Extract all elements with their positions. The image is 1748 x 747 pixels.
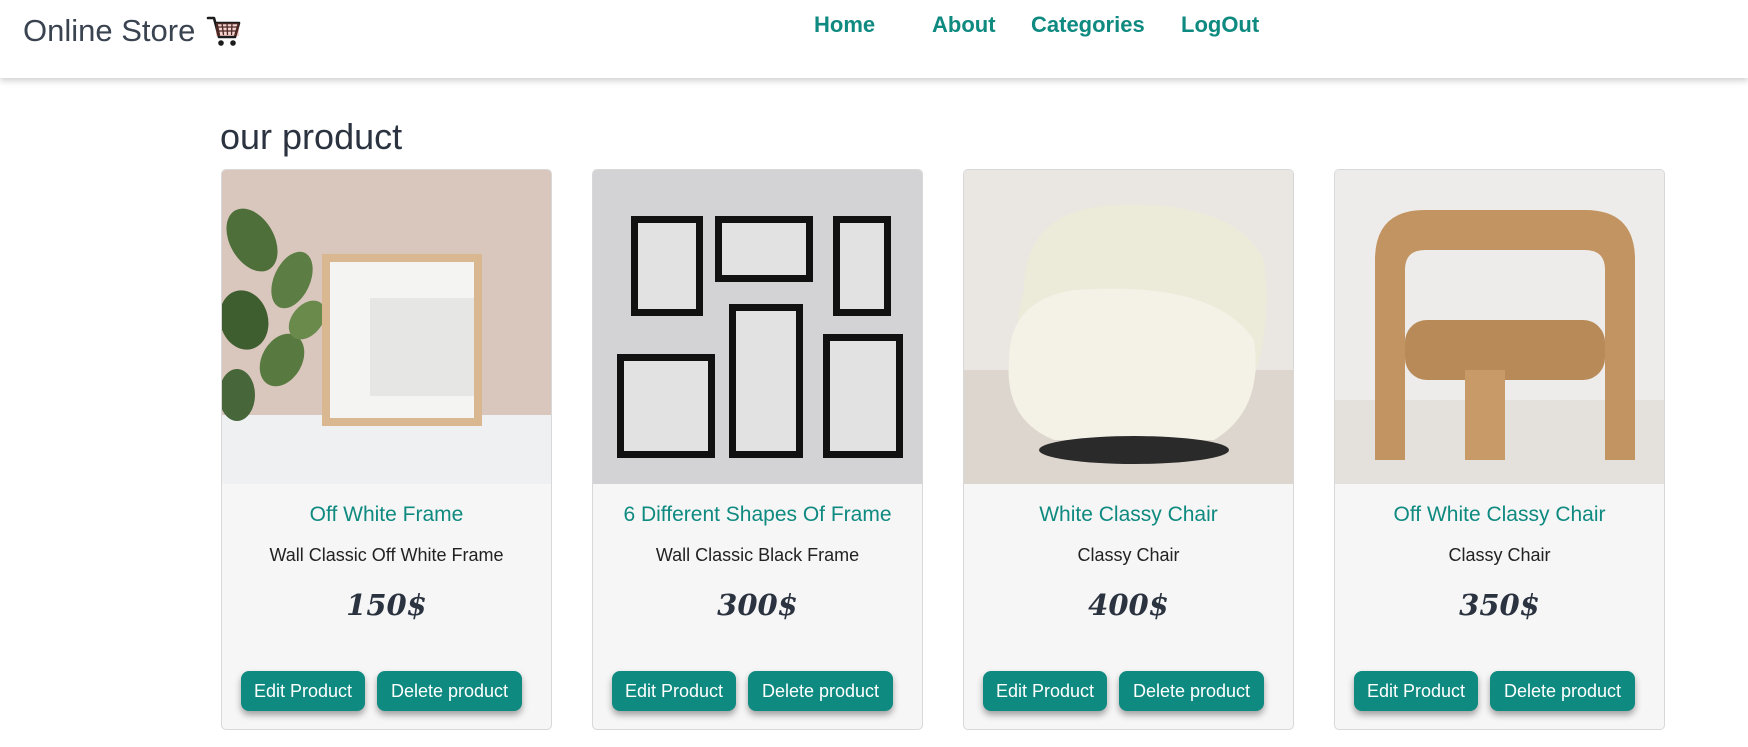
product-card: White Classy Chair Classy Chair 400$ Edi…: [963, 169, 1294, 730]
nav-home[interactable]: Home: [814, 12, 875, 38]
delete-product-button[interactable]: Delete product: [377, 671, 522, 711]
page-title: our product: [220, 116, 403, 157]
edit-product-button[interactable]: Edit Product: [1354, 671, 1478, 711]
product-description: Wall Classic Off White Frame: [269, 545, 504, 565]
delete-product-button[interactable]: Delete product: [1490, 671, 1635, 711]
product-title: Off White Frame: [309, 503, 464, 526]
product-description: Wall Classic Black Frame: [655, 545, 860, 565]
product-image: [593, 170, 922, 484]
product-card: Off White Classy Chair Classy Chair 350$…: [1334, 169, 1665, 730]
nav-logout[interactable]: LogOut: [1181, 12, 1259, 38]
product-title: White Classy Chair: [1039, 503, 1218, 526]
product-description: Classy Chair: [1448, 545, 1551, 565]
product-image: [222, 170, 551, 484]
product-description: Classy Chair: [1077, 545, 1180, 565]
product-price: 350$: [1459, 588, 1540, 622]
nav-categories[interactable]: Categories: [1031, 12, 1145, 38]
brand-link[interactable]: Online Store: [23, 12, 243, 50]
nav-about[interactable]: About: [932, 12, 996, 38]
product-title: 6 Different Shapes Of Frame: [623, 503, 892, 526]
brand-title: Online Store: [23, 13, 196, 48]
product-price: 400$: [1088, 588, 1169, 622]
navbar: Online Store Home About Categories LogOu…: [0, 0, 1748, 78]
product-card: 6 Different Shapes Of Frame Wall Classic…: [592, 169, 923, 730]
shopping-cart-icon: [205, 12, 243, 50]
edit-product-button[interactable]: Edit Product: [241, 671, 365, 711]
edit-product-button[interactable]: Edit Product: [612, 671, 736, 711]
edit-product-button[interactable]: Edit Product: [983, 671, 1107, 711]
product-card: Off White Frame Wall Classic Off White F…: [221, 169, 552, 730]
product-image: [1335, 170, 1664, 484]
delete-product-button[interactable]: Delete product: [748, 671, 893, 711]
product-price: 150$: [346, 588, 427, 622]
product-price: 300$: [717, 588, 798, 622]
product-title: Off White Classy Chair: [1393, 503, 1606, 526]
delete-product-button[interactable]: Delete product: [1119, 671, 1264, 711]
product-image: [964, 170, 1293, 484]
